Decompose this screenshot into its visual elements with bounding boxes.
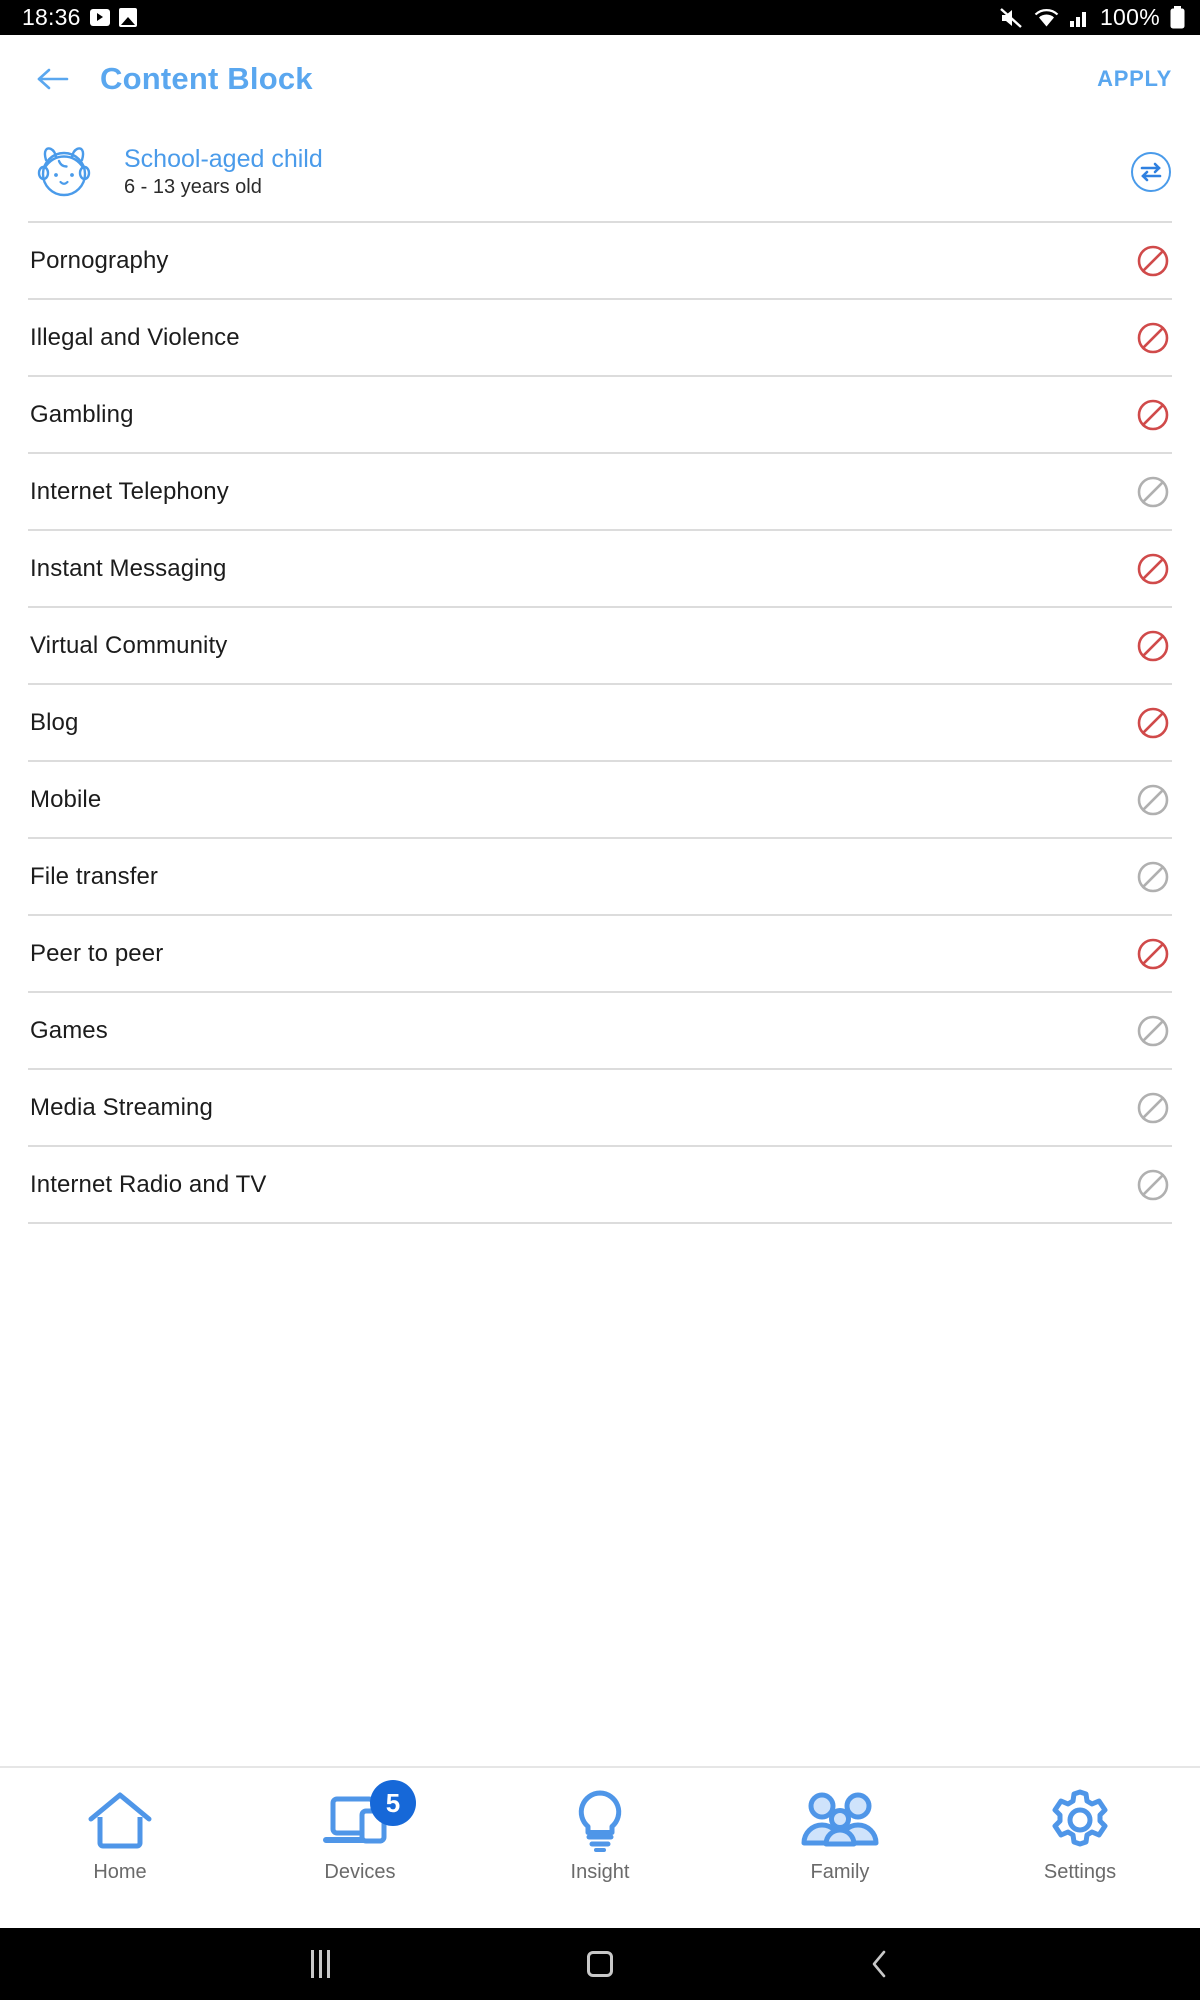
category-row[interactable]: Games: [0, 993, 1200, 1068]
nav-item-family[interactable]: Family: [720, 1784, 960, 1885]
category-row[interactable]: Mobile: [0, 762, 1200, 837]
android-system-nav: [0, 1928, 1200, 2000]
category-row[interactable]: Internet Telephony: [0, 454, 1200, 529]
gear-icon: [1047, 1784, 1113, 1856]
block-icon-active[interactable]: [1136, 706, 1170, 740]
battery-percent-label: 100%: [1099, 4, 1160, 30]
nav-badge: 5: [370, 1780, 416, 1826]
nav-item-label: Settings: [1043, 1861, 1117, 1883]
block-icon-active[interactable]: [1136, 552, 1170, 586]
block-icon-inactive[interactable]: [1136, 1168, 1170, 1202]
image-icon: [118, 8, 137, 27]
profile-age-range: 6 - 13 years old: [124, 175, 262, 198]
apply-button[interactable]: APPLY: [1093, 58, 1176, 100]
status-bar-left: 18:36: [22, 4, 137, 31]
block-icon-inactive[interactable]: [1136, 860, 1170, 894]
child-face-icon: [37, 147, 91, 197]
category-label: Illegal and Violence: [30, 323, 240, 351]
category-label: Blog: [30, 708, 79, 736]
mute-icon: [1000, 7, 1022, 28]
play-icon: [89, 9, 110, 26]
family-icon: [797, 1784, 883, 1856]
nav-item-settings[interactable]: Settings: [960, 1784, 1200, 1885]
nav-item-label: Insight: [570, 1861, 630, 1883]
block-icon-inactive[interactable]: [1136, 475, 1170, 509]
page-title: Content Block: [100, 61, 313, 96]
home-circle-icon: [587, 1951, 613, 1977]
block-icon-active[interactable]: [1136, 321, 1170, 355]
category-label: Instant Messaging: [30, 554, 227, 582]
category-list: Pornography Illegal and Violence Gambling I…: [0, 221, 1200, 1766]
block-icon-active[interactable]: [1136, 244, 1170, 278]
category-label: Internet Radio and TV: [30, 1170, 267, 1198]
nav-item-home[interactable]: Home: [0, 1784, 240, 1885]
category-row[interactable]: Media Streaming: [0, 1070, 1200, 1145]
arrow-left-icon: [37, 68, 69, 90]
list-divider: [28, 1222, 1172, 1224]
category-row[interactable]: Virtual Community: [0, 608, 1200, 683]
nav-item-label: Home: [93, 1861, 147, 1883]
category-row[interactable]: File transfer: [0, 839, 1200, 914]
battery-icon: [1170, 5, 1185, 28]
app-screen: 18:36 100% Content Block APPLY School-ag…: [0, 0, 1200, 2000]
recents-button[interactable]: [290, 1934, 350, 1994]
category-label: Gambling: [30, 400, 134, 428]
nav-item-devices[interactable]: 5 Devices: [240, 1780, 480, 1885]
profile-name: School-aged child: [124, 145, 323, 174]
laptop-icon: 5: [322, 1780, 416, 1856]
bottom-navigation: Home 5 Devices Insight Family Settings: [0, 1766, 1200, 1928]
category-label: Peer to peer: [30, 939, 164, 967]
category-row[interactable]: Pornography: [0, 223, 1200, 298]
app-bar: Content Block APPLY: [0, 35, 1200, 123]
wifi-icon: [1034, 8, 1059, 26]
category-row[interactable]: Illegal and Violence: [0, 300, 1200, 375]
block-icon-active[interactable]: [1136, 937, 1170, 971]
bulb-icon: [570, 1784, 630, 1856]
category-row[interactable]: Gambling: [0, 377, 1200, 452]
category-label: Mobile: [30, 785, 102, 813]
category-label: File transfer: [30, 862, 159, 890]
category-label: Virtual Community: [30, 631, 228, 659]
home-button[interactable]: [570, 1934, 630, 1994]
category-row[interactable]: Blog: [0, 685, 1200, 760]
category-row[interactable]: Peer to peer: [0, 916, 1200, 991]
category-row[interactable]: Instant Messaging: [0, 531, 1200, 606]
signal-icon: [1069, 11, 1086, 27]
nav-item-label: Family: [810, 1861, 870, 1883]
category-label: Games: [30, 1016, 108, 1044]
block-icon-inactive[interactable]: [1136, 783, 1170, 817]
block-icon-inactive[interactable]: [1136, 1014, 1170, 1048]
swap-arrows-icon[interactable]: [1130, 151, 1172, 193]
profile-row[interactable]: School-aged child 6 - 13 years old: [0, 123, 1200, 221]
nav-item-label: Devices: [324, 1861, 396, 1883]
status-bar: 18:36 100%: [0, 0, 1200, 35]
category-row[interactable]: Internet Radio and TV: [0, 1147, 1200, 1222]
block-icon-active[interactable]: [1136, 398, 1170, 432]
recents-icon: [310, 1950, 330, 1978]
back-button-system[interactable]: [850, 1934, 910, 1994]
back-button[interactable]: [30, 56, 76, 102]
home-icon: [85, 1784, 155, 1856]
status-bar-clock: 18:36: [22, 4, 81, 30]
block-icon-active[interactable]: [1136, 629, 1170, 663]
status-bar-right: 100%: [998, 4, 1186, 31]
nav-item-insight[interactable]: Insight: [480, 1784, 720, 1885]
profile-text: School-aged child 6 - 13 years old: [124, 146, 323, 197]
category-label: Pornography: [30, 246, 169, 274]
category-label: Internet Telephony: [30, 477, 229, 505]
block-icon-inactive[interactable]: [1136, 1091, 1170, 1125]
category-label: Media Streaming: [30, 1093, 213, 1121]
back-chevron-icon: [872, 1950, 886, 1978]
